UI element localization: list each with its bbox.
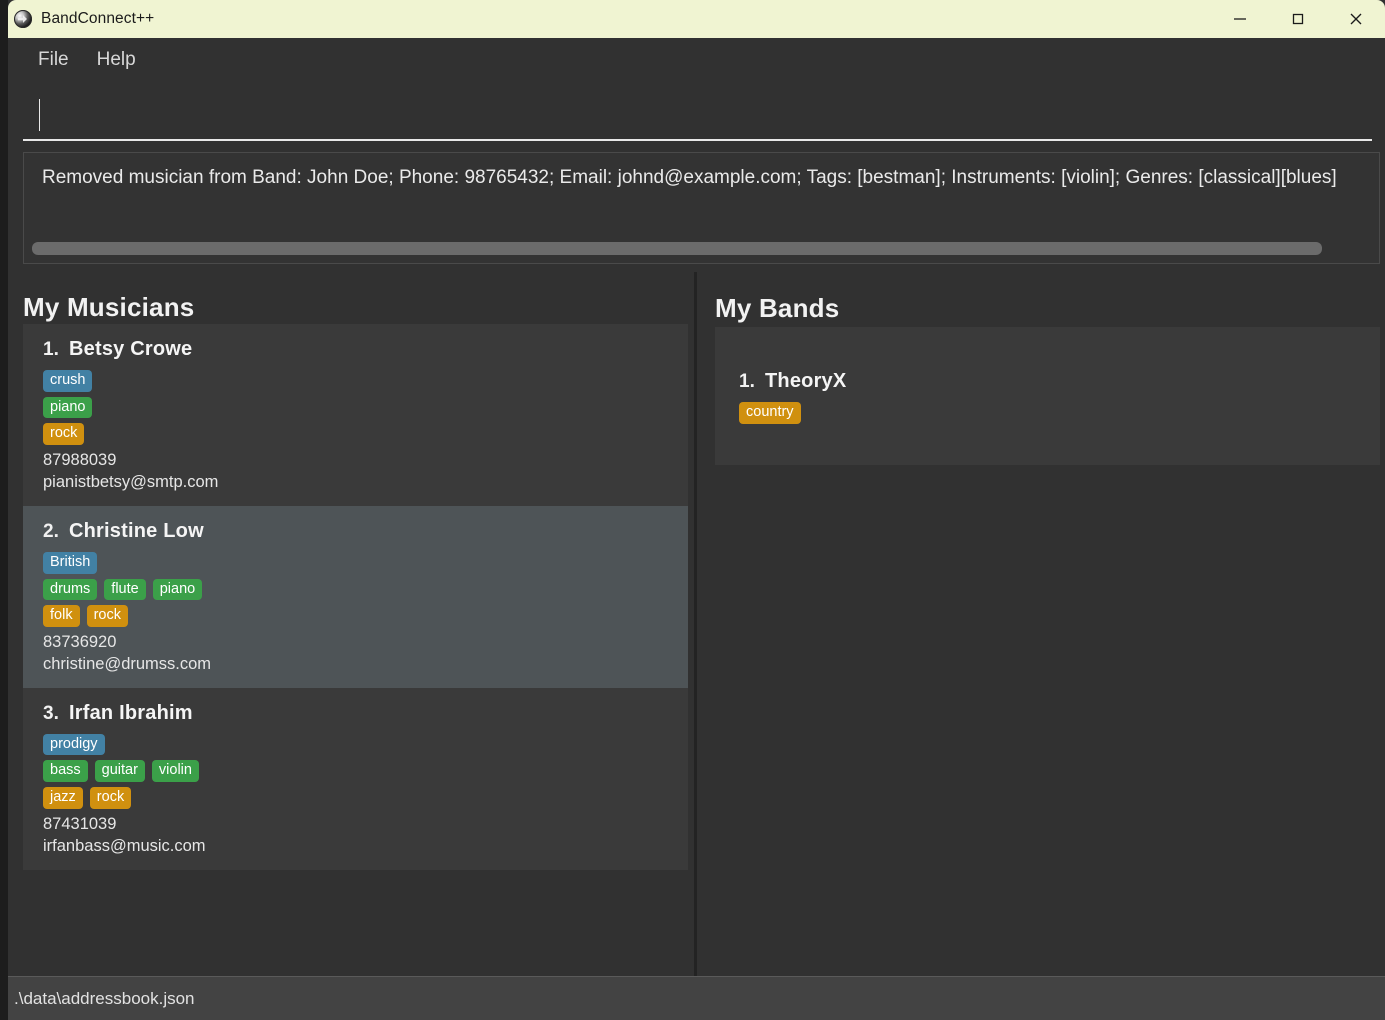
minimize-button[interactable] xyxy=(1211,0,1269,38)
instrument-badge: flute xyxy=(104,578,146,601)
result-display: Removed musician from Band: John Doe; Ph… xyxy=(23,152,1380,264)
bands-panel-title: My Bands xyxy=(715,293,840,323)
musician-phone: 87988039 xyxy=(43,451,117,470)
musicians-panel-title: My Musicians xyxy=(23,292,195,322)
command-box[interactable] xyxy=(23,88,1372,141)
tag-badge: crush xyxy=(43,370,93,392)
instrument-badge: drums xyxy=(43,578,98,601)
instrument-badge: piano xyxy=(152,578,203,601)
entry-index: 3. xyxy=(43,702,59,724)
scrollbar-thumb[interactable] xyxy=(32,242,1322,255)
menu-item-file[interactable]: File xyxy=(24,45,83,75)
genre-badge: rock xyxy=(86,605,128,627)
entry-header: 2. Christine Low xyxy=(43,520,688,543)
instrument-badge: bass xyxy=(43,760,88,783)
genre-badge: rock xyxy=(43,423,85,446)
genre-badge: folk xyxy=(43,605,80,627)
genre-badge: country xyxy=(739,402,801,424)
musicians-pane: My Musicians 1. Betsy Crowe crush piano rock… xyxy=(8,272,694,976)
musician-name: Betsy Crowe xyxy=(69,338,193,360)
maximize-button[interactable] xyxy=(1269,0,1327,38)
band-name: TheoryX xyxy=(765,370,847,392)
command-input[interactable] xyxy=(41,98,1361,132)
instrument-row: bass guitar violin xyxy=(43,760,688,783)
tag-badge: prodigy xyxy=(43,733,105,756)
instrument-row: drums flute piano xyxy=(43,578,688,601)
title-bar: BandConnect++ xyxy=(8,0,1385,38)
musician-phone: 87431039 xyxy=(43,814,117,833)
tag-badge: British xyxy=(43,551,98,574)
entry-index: 1. xyxy=(43,339,59,360)
musician-name: Christine Low xyxy=(69,519,204,542)
musician-email: pianistbetsy@smtp.com xyxy=(43,472,219,491)
entry-header: 1. TheoryX xyxy=(739,370,1380,393)
instrument-badge: piano xyxy=(43,396,93,419)
close-button[interactable] xyxy=(1327,0,1385,38)
genre-badge: rock xyxy=(89,787,132,809)
window-title: BandConnect++ xyxy=(41,10,155,27)
genre-row: jazz rock xyxy=(43,787,688,809)
instrument-badge: guitar xyxy=(94,760,145,783)
musician-card[interactable]: 1. Betsy Crowe crush piano rock 87988039 piani… xyxy=(23,324,688,506)
entry-index: 2. xyxy=(43,520,59,542)
band-card[interactable]: 1. TheoryX country xyxy=(715,370,1380,424)
instrument-badge: violin xyxy=(151,760,199,783)
musician-list: 1. Betsy Crowe crush piano rock 87988039 piani… xyxy=(23,324,688,870)
save-location-path: .\data\addressbook.json xyxy=(14,988,195,1008)
app-window: BandConnect++ File Help Removed musician… xyxy=(8,0,1385,1020)
menu-bar: File Help xyxy=(8,38,1385,82)
window-controls xyxy=(1211,0,1385,38)
musician-email: christine@drumss.com xyxy=(43,654,212,673)
genre-row: rock xyxy=(43,423,688,446)
result-text: Removed musician from Band: John Doe; Ph… xyxy=(42,167,1337,188)
app-globe-icon xyxy=(14,10,32,28)
genre-row: country xyxy=(739,402,1380,424)
entry-header: 1. Betsy Crowe xyxy=(43,338,688,361)
genre-badge: jazz xyxy=(43,787,83,809)
musician-card[interactable]: 3. Irfan Ibrahim prodigy bass guitar violin ja… xyxy=(23,687,688,870)
musician-name: Irfan Ibrahim xyxy=(69,701,193,724)
tag-row: British xyxy=(43,551,688,574)
result-horizontal-scrollbar[interactable] xyxy=(32,242,1371,255)
status-bar: .\data\addressbook.json xyxy=(8,976,1385,1020)
menu-item-help[interactable]: Help xyxy=(83,45,150,75)
tag-row: prodigy xyxy=(43,733,688,756)
instrument-row: piano xyxy=(43,396,688,419)
musician-card[interactable]: 2. Christine Low British drums flute piano fol… xyxy=(23,505,688,688)
musician-phone: 83736920 xyxy=(43,632,117,651)
bands-pane: My Bands 1. TheoryX country xyxy=(697,272,1385,976)
tag-row: crush xyxy=(43,370,688,392)
genre-row: folk rock xyxy=(43,605,688,627)
entry-index: 1. xyxy=(739,371,755,392)
entry-header: 3. Irfan Ibrahim xyxy=(43,702,688,725)
musician-email: irfanbass@music.com xyxy=(43,836,206,855)
band-list: 1. TheoryX country xyxy=(715,327,1380,465)
text-caret xyxy=(39,99,40,131)
split-panes: My Musicians 1. Betsy Crowe crush piano rock… xyxy=(8,272,1385,976)
